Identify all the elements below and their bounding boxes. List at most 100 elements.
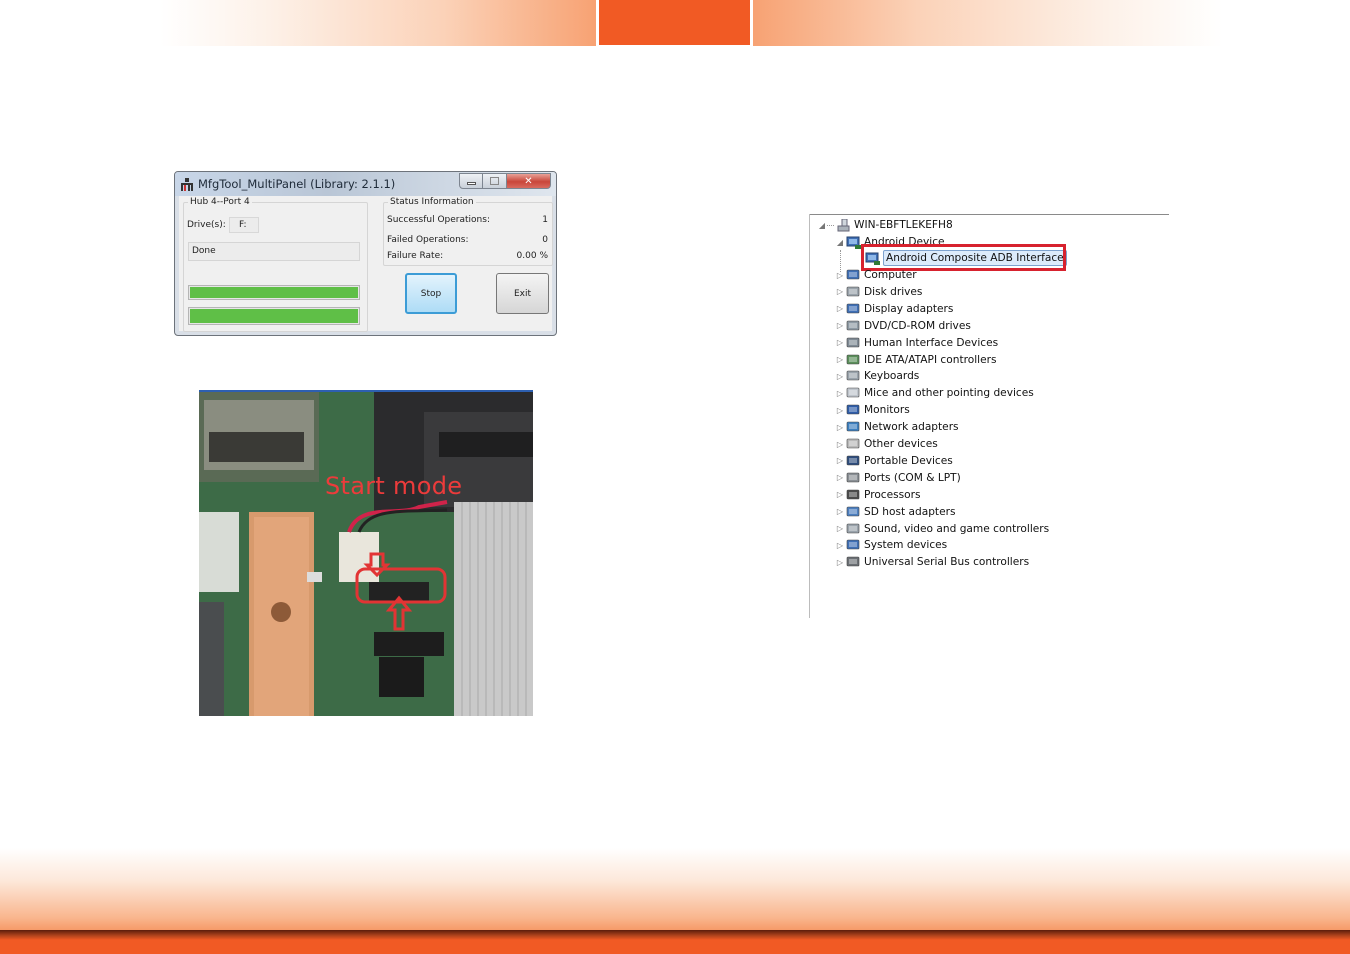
stat-value: 0 bbox=[542, 235, 548, 245]
expand-arrow-icon[interactable]: ▷ bbox=[835, 271, 845, 280]
ide-controller-icon bbox=[845, 353, 861, 367]
tree-item-category[interactable]: ▷ Computer bbox=[835, 267, 917, 283]
tree-item-category[interactable]: ▷ Keyboards bbox=[835, 368, 919, 384]
tree-item-category[interactable]: ▷ Universal Serial Bus controllers bbox=[835, 554, 1029, 570]
expand-arrow-icon[interactable]: ▷ bbox=[835, 456, 845, 465]
minimize-icon bbox=[466, 182, 476, 185]
tree-item-category[interactable]: ▷ Mice and other pointing devices bbox=[835, 385, 1034, 401]
expand-arrow-icon[interactable]: ▷ bbox=[835, 389, 845, 398]
header-band-right bbox=[753, 0, 1223, 46]
expand-arrow-icon[interactable]: ▷ bbox=[835, 355, 845, 364]
tree-left-border bbox=[809, 214, 810, 618]
expand-arrow-icon[interactable]: ▷ bbox=[835, 304, 845, 313]
other-devices-icon bbox=[845, 437, 861, 451]
app-icon bbox=[181, 178, 193, 191]
expand-arrow-icon[interactable]: ▷ bbox=[835, 507, 845, 516]
expand-arrow-icon[interactable]: ▷ bbox=[835, 287, 845, 296]
tree-item-category[interactable]: ▷ Sound, video and game controllers bbox=[835, 521, 1049, 537]
sd-adapter-icon bbox=[845, 505, 861, 519]
window-body: Hub 4--Port 4 Drive(s): F: Done Status I… bbox=[179, 196, 553, 332]
tree-item-category[interactable]: ▷ DVD/CD-ROM drives bbox=[835, 318, 971, 334]
window-titlebar[interactable]: MfgTool_MultiPanel (Library: 2.1.1) ✕ bbox=[175, 172, 556, 196]
expand-arrow-icon[interactable]: ▷ bbox=[835, 338, 845, 347]
tree-item-category[interactable]: ▷ System devices bbox=[835, 537, 947, 553]
stat-label: Failure Rate: bbox=[387, 251, 444, 261]
mouse-icon bbox=[845, 386, 861, 400]
collapse-arrow-icon[interactable]: ◢ bbox=[835, 238, 845, 247]
system-devices-icon bbox=[845, 538, 861, 552]
expand-arrow-icon[interactable]: ▷ bbox=[835, 423, 845, 432]
exit-button[interactable]: Exit bbox=[496, 273, 549, 314]
android-device-icon bbox=[845, 235, 861, 249]
start-mode-annotation: Start mode bbox=[325, 472, 463, 500]
expand-arrow-icon[interactable]: ▷ bbox=[835, 558, 845, 567]
stat-successful: Successful Operations: 1 bbox=[387, 215, 548, 225]
tree-item-category[interactable]: ▷ Processors bbox=[835, 487, 921, 503]
tree-item-category[interactable]: ▷ Portable Devices bbox=[835, 453, 953, 469]
category-label: Disk drives bbox=[864, 285, 923, 298]
collapse-arrow-icon[interactable]: ◢ bbox=[817, 221, 827, 230]
expand-arrow-icon[interactable]: ▷ bbox=[835, 524, 845, 533]
expand-arrow-icon[interactable]: ▷ bbox=[835, 490, 845, 499]
close-button[interactable]: ✕ bbox=[507, 173, 551, 189]
header-tab-block bbox=[599, 0, 750, 45]
header-band-left bbox=[160, 0, 596, 46]
disk-drive-icon bbox=[845, 285, 861, 299]
footer-bar bbox=[0, 940, 1350, 954]
tree-item-category[interactable]: ▷ SD host adapters bbox=[835, 504, 956, 520]
maximize-button[interactable] bbox=[483, 173, 507, 189]
tree-item-category[interactable]: ▷ Network adapters bbox=[835, 419, 959, 435]
footer-shadow bbox=[0, 930, 1350, 940]
stop-button[interactable]: Stop bbox=[405, 273, 457, 314]
window-title: MfgTool_MultiPanel (Library: 2.1.1) bbox=[198, 177, 396, 191]
root-label: WIN-EBFTLEKEFH8 bbox=[854, 219, 953, 231]
category-label: DVD/CD-ROM drives bbox=[864, 319, 971, 332]
category-label: SD host adapters bbox=[864, 505, 956, 518]
close-icon: ✕ bbox=[524, 175, 533, 187]
expand-arrow-icon[interactable]: ▷ bbox=[835, 372, 845, 381]
category-label: Display adapters bbox=[864, 302, 954, 315]
footer-band bbox=[0, 848, 1350, 930]
category-label: IDE ATA/ATAPI controllers bbox=[864, 353, 997, 366]
tree-item-category[interactable]: ▷ Disk drives bbox=[835, 284, 923, 300]
drive-label: Drive(s): bbox=[187, 220, 226, 230]
category-label: Network adapters bbox=[864, 421, 959, 434]
computer-root-icon bbox=[835, 218, 851, 232]
board-illustration bbox=[199, 392, 533, 716]
expand-arrow-icon[interactable]: ▷ bbox=[835, 406, 845, 415]
total-progress-fill bbox=[190, 309, 358, 323]
processor-icon bbox=[845, 488, 861, 502]
status-message: Done bbox=[188, 242, 360, 261]
tree-item-category[interactable]: ▷ Monitors bbox=[835, 402, 910, 418]
mfgtool-window: MfgTool_MultiPanel (Library: 2.1.1) ✕ Hu… bbox=[174, 171, 557, 336]
tree-item-category[interactable]: ▷ Other devices bbox=[835, 436, 938, 452]
category-label: Keyboards bbox=[864, 370, 920, 383]
category-label: Monitors bbox=[864, 404, 910, 417]
tree-item-category[interactable]: ▷ Ports (COM & LPT) bbox=[835, 470, 961, 486]
stat-value: 1 bbox=[542, 215, 548, 225]
expand-arrow-icon[interactable]: ▷ bbox=[835, 473, 845, 482]
expand-arrow-icon[interactable]: ▷ bbox=[835, 321, 845, 330]
expand-arrow-icon[interactable]: ▷ bbox=[835, 541, 845, 550]
total-progress-bar bbox=[188, 307, 360, 325]
tree-item-category[interactable]: ▷ Display adapters bbox=[835, 301, 953, 317]
stat-value: 0.00 % bbox=[516, 251, 548, 261]
board-photo: Start mode bbox=[199, 390, 533, 716]
category-label: Other devices bbox=[864, 438, 938, 450]
portable-device-icon bbox=[845, 454, 861, 468]
status-group-label: Status Information bbox=[388, 197, 476, 207]
category-label: Computer bbox=[864, 269, 917, 281]
tree-root[interactable]: ◢ WIN-EBFTLEKEFH8 bbox=[817, 217, 953, 233]
category-label: Portable Devices bbox=[864, 454, 953, 467]
minimize-button[interactable] bbox=[459, 173, 483, 189]
tree-item-category[interactable]: ▷ Human Interface Devices bbox=[835, 335, 998, 351]
usb-icon bbox=[845, 555, 861, 569]
dvd-drive-icon bbox=[845, 319, 861, 333]
display-adapter-icon bbox=[845, 302, 861, 316]
phase-progress-bar bbox=[188, 285, 360, 300]
category-label: Mice and other pointing devices bbox=[864, 387, 1034, 400]
tree-item-category[interactable]: ▷ IDE ATA/ATAPI controllers bbox=[835, 352, 997, 368]
category-label: Sound, video and game controllers bbox=[864, 522, 1050, 535]
sound-icon bbox=[845, 522, 861, 536]
expand-arrow-icon[interactable]: ▷ bbox=[835, 440, 845, 449]
